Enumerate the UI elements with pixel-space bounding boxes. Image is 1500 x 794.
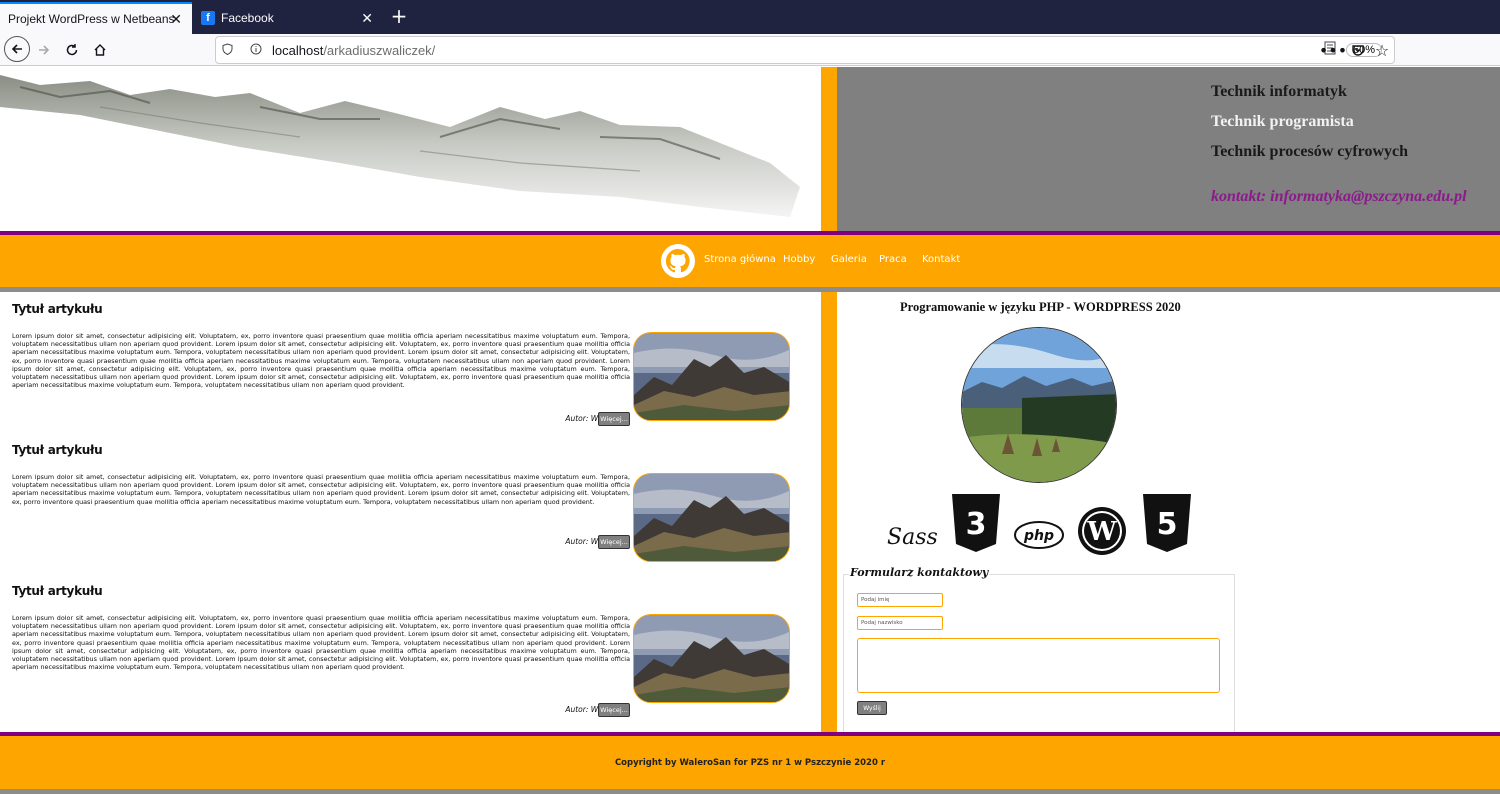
articles-section: Tytuł artykułu Lorem ipsum dolor sit ame…: [0, 292, 821, 732]
sass-logo-icon: Sass: [887, 525, 938, 550]
svg-text:Sass: Sass: [887, 525, 938, 550]
read-more-button[interactable]: Więcej...: [598, 535, 630, 549]
article: Tytuł artykułu Lorem ipsum dolor sit ame…: [12, 302, 792, 432]
article-body: Lorem ipsum dolor sit amet, consectetur …: [12, 614, 630, 672]
tab-strip: Projekt WordPress w Netbeans ✕ f Faceboo…: [0, 0, 1500, 34]
read-more-button[interactable]: Więcej...: [598, 703, 630, 717]
article: Tytuł artykułu Lorem ipsum dolor sit ame…: [12, 584, 792, 724]
url-host: localhost: [272, 42, 324, 58]
reload-icon[interactable]: [60, 38, 84, 62]
svg-text:W: W: [1086, 517, 1117, 547]
bookmark-star-icon[interactable]: ☆: [1370, 38, 1394, 62]
contact-form-title: Formularz kontaktowy: [849, 566, 990, 579]
article-image: [633, 614, 790, 703]
header-mountain-image: [0, 67, 821, 231]
menu-work[interactable]: Praca: [879, 254, 907, 265]
content-orange-bar: [821, 292, 837, 732]
more-actions-icon[interactable]: •••: [1319, 38, 1347, 62]
article-title: Tytuł artykułu: [12, 443, 103, 457]
article: Tytuł artykułu Lorem ipsum dolor sit ame…: [12, 443, 792, 573]
web-page: Technik informatyk Technik programista T…: [0, 67, 1500, 794]
navigation-toolbar: localhost/arkadiuszwaliczek/ 60% ••• ☆: [0, 34, 1500, 66]
header-info-panel: Technik informatyk Technik programista T…: [837, 67, 1500, 231]
article-image: [633, 332, 790, 421]
home-icon[interactable]: [88, 38, 112, 62]
header-orange-bar: [821, 67, 837, 231]
landscape-image: [961, 327, 1117, 483]
tab-title: Projekt WordPress w Netbeans: [8, 12, 175, 26]
menu-gallery[interactable]: Galeria: [831, 254, 867, 265]
shield-icon[interactable]: [222, 42, 236, 58]
article-title: Tytuł artykułu: [12, 584, 103, 598]
read-more-button[interactable]: Więcej...: [598, 412, 630, 426]
message-textarea[interactable]: [857, 638, 1220, 693]
info-icon[interactable]: [250, 43, 264, 58]
pocket-icon[interactable]: [1346, 38, 1370, 62]
footer-copyright: Copyright by WaleroSan for PZS nr 1 w Ps…: [614, 758, 886, 768]
svg-text:3: 3: [966, 507, 987, 542]
menu-home[interactable]: Strona główna: [704, 254, 776, 265]
wordpress-logo-icon: W: [1078, 507, 1126, 555]
close-tab-icon[interactable]: ✕: [361, 10, 373, 27]
svg-text:php: php: [1023, 528, 1054, 544]
tab-title: Facebook: [221, 11, 274, 25]
sidebar: Programowanie w języku PHP - WORDPRESS 2…: [837, 292, 1500, 734]
php-logo-icon: php: [1014, 521, 1064, 549]
github-icon[interactable]: [661, 244, 695, 278]
forward-icon[interactable]: [32, 38, 56, 62]
menu-hobby[interactable]: Hobby: [783, 254, 815, 265]
tab-wordpress[interactable]: Projekt WordPress w Netbeans ✕: [0, 2, 192, 34]
sidebar-title: Programowanie w języku PHP - WORDPRESS 2…: [900, 300, 1181, 314]
footer-bottom-line: [0, 789, 1500, 794]
article-image: [633, 473, 790, 562]
article-body: Lorem ipsum dolor sit amet, consectetur …: [12, 473, 630, 506]
header-line-2: Technik programista: [1211, 113, 1354, 130]
menu-contact[interactable]: Kontakt: [922, 254, 960, 265]
address-bar[interactable]: localhost/arkadiuszwaliczek/ 60%: [215, 36, 1395, 64]
send-button[interactable]: Wyślij: [857, 701, 887, 715]
back-icon[interactable]: [4, 36, 30, 62]
last-name-input[interactable]: Podaj nazwisko: [857, 616, 943, 630]
article-body: Lorem ipsum dolor sit amet, consectetur …: [12, 332, 630, 390]
header-line-1: Technik informatyk: [1211, 83, 1347, 100]
first-name-input[interactable]: Podaj imię: [857, 593, 943, 607]
new-tab-button[interactable]: +: [388, 4, 410, 28]
article-title: Tytuł artykułu: [12, 302, 103, 316]
header-line-3: Technik procesów cyfrowych: [1211, 143, 1409, 160]
css3-logo-icon: 3: [952, 494, 1000, 552]
main-menu: Strona główna Hobby Galeria Praca Kontak…: [0, 235, 1500, 287]
tab-facebook[interactable]: f Facebook ✕: [193, 2, 383, 34]
url-path: /arkadiuszwaliczek/: [323, 42, 436, 58]
close-tab-icon[interactable]: ✕: [170, 11, 182, 28]
facebook-icon: f: [201, 11, 215, 25]
svg-text:5: 5: [1157, 507, 1178, 542]
header-contact[interactable]: kontakt: informatyka@pszczyna.edu.pl: [1211, 188, 1467, 206]
footer: Copyright by WaleroSan for PZS nr 1 w Ps…: [0, 736, 1500, 789]
html5-logo-icon: 5: [1143, 494, 1191, 552]
